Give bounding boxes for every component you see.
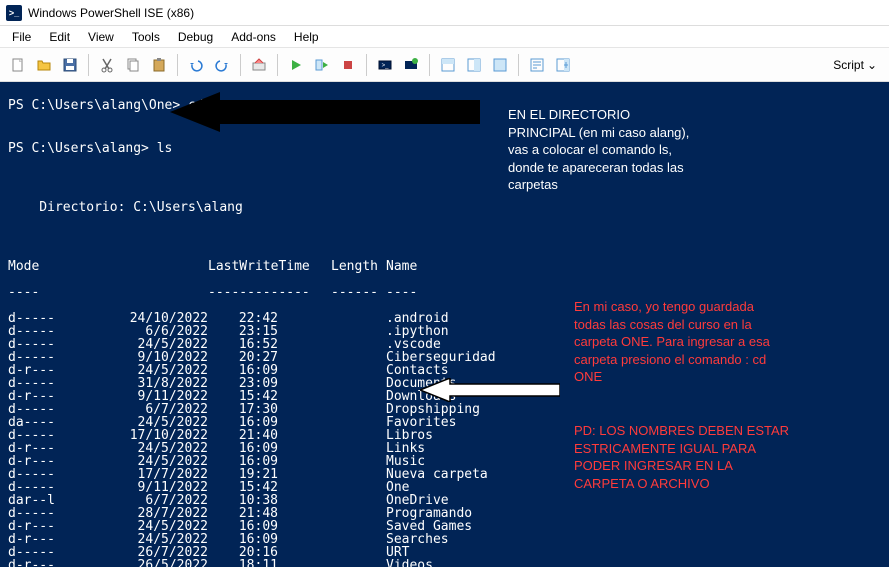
redo-button[interactable]: [210, 53, 234, 77]
start-powershell-button[interactable]: [399, 53, 423, 77]
table-header: Mode LastWriteTime Length Name: [8, 260, 881, 273]
table-row: d-r---26/5/202218:11 Videos: [8, 559, 881, 567]
cell-length: [278, 338, 378, 351]
cell-length: [278, 468, 378, 481]
annotation-red-1: En mi caso, yo tengo guardada todas las …: [574, 298, 784, 386]
new-remote-button[interactable]: >_: [373, 53, 397, 77]
hdr-length: Length: [278, 260, 378, 273]
show-addon-button[interactable]: [551, 53, 575, 77]
svg-text:>_: >_: [382, 63, 390, 69]
cell-length: [278, 442, 378, 455]
cell-length: [278, 559, 378, 567]
cell-time: 18:11: [208, 559, 278, 567]
toolbar-separator: [518, 54, 519, 76]
window-title: Windows PowerShell ISE (x86): [28, 6, 194, 20]
run-selection-button[interactable]: [310, 53, 334, 77]
cell-length: [278, 403, 378, 416]
layout-full-button[interactable]: [488, 53, 512, 77]
menu-view[interactable]: View: [80, 28, 122, 46]
annotation-red-2: PD: LOS NOMBRES DEBEN ESTAR ESTRICAMENTE…: [574, 422, 794, 492]
menu-tools[interactable]: Tools: [124, 28, 168, 46]
copy-button[interactable]: [121, 53, 145, 77]
toolbar-right: Script ⌄: [827, 56, 883, 74]
prompt-line: PS C:\Users\alang> ls: [8, 142, 881, 155]
cell-length: [278, 416, 378, 429]
toggle-script-button[interactable]: [436, 53, 460, 77]
menu-file[interactable]: File: [4, 28, 39, 46]
hdr-name: Name: [378, 260, 417, 273]
menubar: File Edit View Tools Debug Add-ons Help: [0, 26, 889, 48]
clear-button[interactable]: [247, 53, 271, 77]
toolbar-separator: [277, 54, 278, 76]
cell-length: [278, 390, 378, 403]
hdr-lastwrite2: LastWriteTime: [208, 260, 278, 273]
chevron-down-icon: ⌄: [867, 58, 877, 72]
powershell-icon: >_: [6, 5, 22, 21]
cell-length: [278, 351, 378, 364]
show-command-button[interactable]: [525, 53, 549, 77]
console-pane[interactable]: PS C:\Users\alang\One> cd .. PS C:\Users…: [0, 82, 889, 567]
menu-edit[interactable]: Edit: [41, 28, 78, 46]
menu-addons[interactable]: Add-ons: [223, 28, 284, 46]
cell-length: [278, 546, 378, 559]
black-arrow-annotation: [170, 92, 480, 132]
toolbar-separator: [240, 54, 241, 76]
run-button[interactable]: [284, 53, 308, 77]
directory-line: Directorio: C:\Users\alang: [8, 201, 881, 214]
open-button[interactable]: [32, 53, 56, 77]
cell-length: [278, 507, 378, 520]
cell-length: [278, 533, 378, 546]
cell-date: 26/5/2022: [98, 559, 208, 567]
titlebar: >_ Windows PowerShell ISE (x86): [0, 0, 889, 26]
cell-name: Videos: [378, 559, 433, 567]
cell-length: [278, 364, 378, 377]
toolbar-separator: [366, 54, 367, 76]
annotation-white-1: EN EL DIRECTORIO PRINCIPAL (en mi caso a…: [508, 106, 698, 194]
cell-mode: d-r---: [8, 559, 98, 567]
toolbar: >_ Script ⌄: [0, 48, 889, 82]
save-button[interactable]: [58, 53, 82, 77]
undo-button[interactable]: [184, 53, 208, 77]
hdr-lastwrite: [98, 260, 208, 273]
hdr-mode: Mode: [8, 260, 98, 273]
cell-length: [278, 481, 378, 494]
menu-help[interactable]: Help: [286, 28, 327, 46]
layout-right-button[interactable]: [462, 53, 486, 77]
paste-button[interactable]: [147, 53, 171, 77]
cut-button[interactable]: [95, 53, 119, 77]
cell-length: [278, 325, 378, 338]
cell-length: [278, 455, 378, 468]
stop-button[interactable]: [336, 53, 360, 77]
script-pane-dropdown[interactable]: Script ⌄: [827, 56, 883, 74]
toolbar-separator: [88, 54, 89, 76]
cell-length: [278, 312, 378, 325]
cell-length: [278, 494, 378, 507]
new-file-button[interactable]: [6, 53, 30, 77]
toolbar-separator: [429, 54, 430, 76]
white-arrow-annotation: [420, 378, 560, 402]
cell-length: [278, 520, 378, 533]
cell-length: [278, 377, 378, 390]
script-label: Script: [833, 58, 864, 72]
toolbar-separator: [177, 54, 178, 76]
cell-length: [278, 429, 378, 442]
menu-debug[interactable]: Debug: [170, 28, 221, 46]
